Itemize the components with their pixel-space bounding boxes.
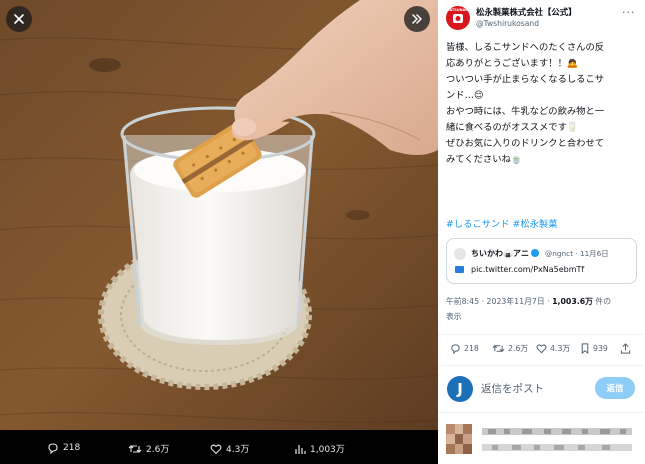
expand-icon xyxy=(412,14,422,24)
views-icon xyxy=(295,444,306,454)
media-action-bar: 218 2.6万 4.3万 1,003万 xyxy=(0,435,438,464)
close-button[interactable] xyxy=(6,6,32,32)
tweet-timestamp: 午前8:45 · 2023年11月7日 · 1,003.6万 件の 表示 xyxy=(446,294,636,324)
tweet-line: ンド…😌 xyxy=(446,90,484,101)
tweet-media-viewer: 218 2.6万 4.3万 1,003万 MATSUNAGA 松永製菓株式会社【… xyxy=(0,0,645,464)
share-icon xyxy=(620,343,631,354)
media-reply-count: 218 xyxy=(63,443,81,453)
views-suffix: 件の xyxy=(592,297,612,306)
like-button[interactable]: 4.3万 xyxy=(536,343,570,354)
photo-image xyxy=(0,0,438,430)
share-button[interactable] xyxy=(620,343,631,354)
retweet-icon xyxy=(492,345,505,352)
media-like-button[interactable]: 4.3万 xyxy=(210,442,249,455)
bookmark-button[interactable]: 939 xyxy=(580,343,608,354)
timestamp-text[interactable]: 午前8:45 · 2023年11月7日 · xyxy=(446,297,552,306)
current-user-avatar[interactable]: J xyxy=(447,376,473,402)
reply-icon xyxy=(451,344,460,354)
retweet-button[interactable]: 2.6万 xyxy=(492,343,528,354)
tweet-line: 皆様、しるこサンドへのたくさんの反 xyxy=(446,42,605,53)
brand-logo-icon xyxy=(453,14,463,23)
tweet-line: 応ありがとうございます！！🙇 xyxy=(446,58,579,69)
tweet-line: ついつい手が止まらなくなるしるこサ xyxy=(446,74,605,85)
retweet-icon xyxy=(128,444,142,453)
divider xyxy=(438,365,645,366)
reply-input[interactable]: 返信をポスト xyxy=(481,381,544,396)
media-reply-button[interactable]: 218 xyxy=(47,442,80,454)
reply-button[interactable]: 218 xyxy=(450,343,479,354)
reply-count: 218 xyxy=(464,344,479,353)
quoted-avatar xyxy=(454,248,466,260)
blurred-avatar xyxy=(446,424,472,454)
quoted-name-text: ちいかわ🍙アニ xyxy=(471,249,529,258)
display-name[interactable]: 松永製菓株式会社【公式】 xyxy=(476,6,577,18)
account-handle[interactable]: @Twshirukosand xyxy=(476,19,539,28)
quoted-meta: @ngnct · 11月6日 xyxy=(545,249,609,258)
views-line2: 表示 xyxy=(446,312,462,321)
media-views-button[interactable]: 1,003万 xyxy=(294,442,345,455)
retweet-count: 2.6万 xyxy=(508,344,529,353)
media-like-count: 4.3万 xyxy=(226,445,250,455)
tweet-text: 皆様、しるこサンドへのたくさんの反 応ありがとうございます！！🙇 ついつい手が止… xyxy=(446,40,642,168)
tweet-photo[interactable] xyxy=(0,0,438,430)
media-retweet-button[interactable]: 2.6万 xyxy=(128,442,169,455)
verified-icon xyxy=(530,249,539,257)
account-avatar[interactable]: MATSUNAGA xyxy=(446,6,470,30)
like-count: 4.3万 xyxy=(550,344,571,353)
blurred-username xyxy=(482,428,632,435)
reply-submit-button[interactable]: 返信 xyxy=(595,377,635,399)
views-total: 1,003.6万 xyxy=(552,297,593,306)
tweet-line: おやつ時には、牛乳などの飲み物と一 xyxy=(446,106,605,117)
tweet-line: 緒に食べるのがオススメです🥛 xyxy=(446,122,579,133)
divider xyxy=(438,412,645,413)
reply-icon xyxy=(48,443,58,454)
tweet-line: ぜひお気に入りのドリンクと合わせて xyxy=(446,138,605,149)
like-icon xyxy=(210,444,222,454)
tweet-line: みてくださいね🍵 xyxy=(446,154,523,165)
quoted-tweet-card[interactable]: ちいかわ🍙アニ @ngnct · 11月6日 pic.twitter.com/P… xyxy=(446,238,637,284)
media-retweet-count: 2.6万 xyxy=(146,445,170,455)
media-views-count: 1,003万 xyxy=(310,445,345,455)
hashtag-links[interactable]: #しるこサンド #松永製菓 xyxy=(446,216,558,230)
bookmark-count: 939 xyxy=(593,344,608,353)
bookmark-icon xyxy=(581,343,589,354)
quoted-pic-link[interactable]: pic.twitter.com/PxNa5ebmTf xyxy=(471,265,584,274)
expand-panel-button[interactable] xyxy=(404,6,430,32)
blurred-reply-text xyxy=(482,444,632,451)
link-image-icon xyxy=(455,266,464,273)
divider xyxy=(438,334,645,335)
quoted-name: ちいかわ🍙アニ xyxy=(471,248,539,259)
like-icon xyxy=(536,344,547,354)
tweet-detail-panel: MATSUNAGA 松永製菓株式会社【公式】 @Twshirukosand ··… xyxy=(438,0,645,464)
more-icon[interactable]: ··· xyxy=(622,6,636,19)
close-icon xyxy=(14,14,24,24)
